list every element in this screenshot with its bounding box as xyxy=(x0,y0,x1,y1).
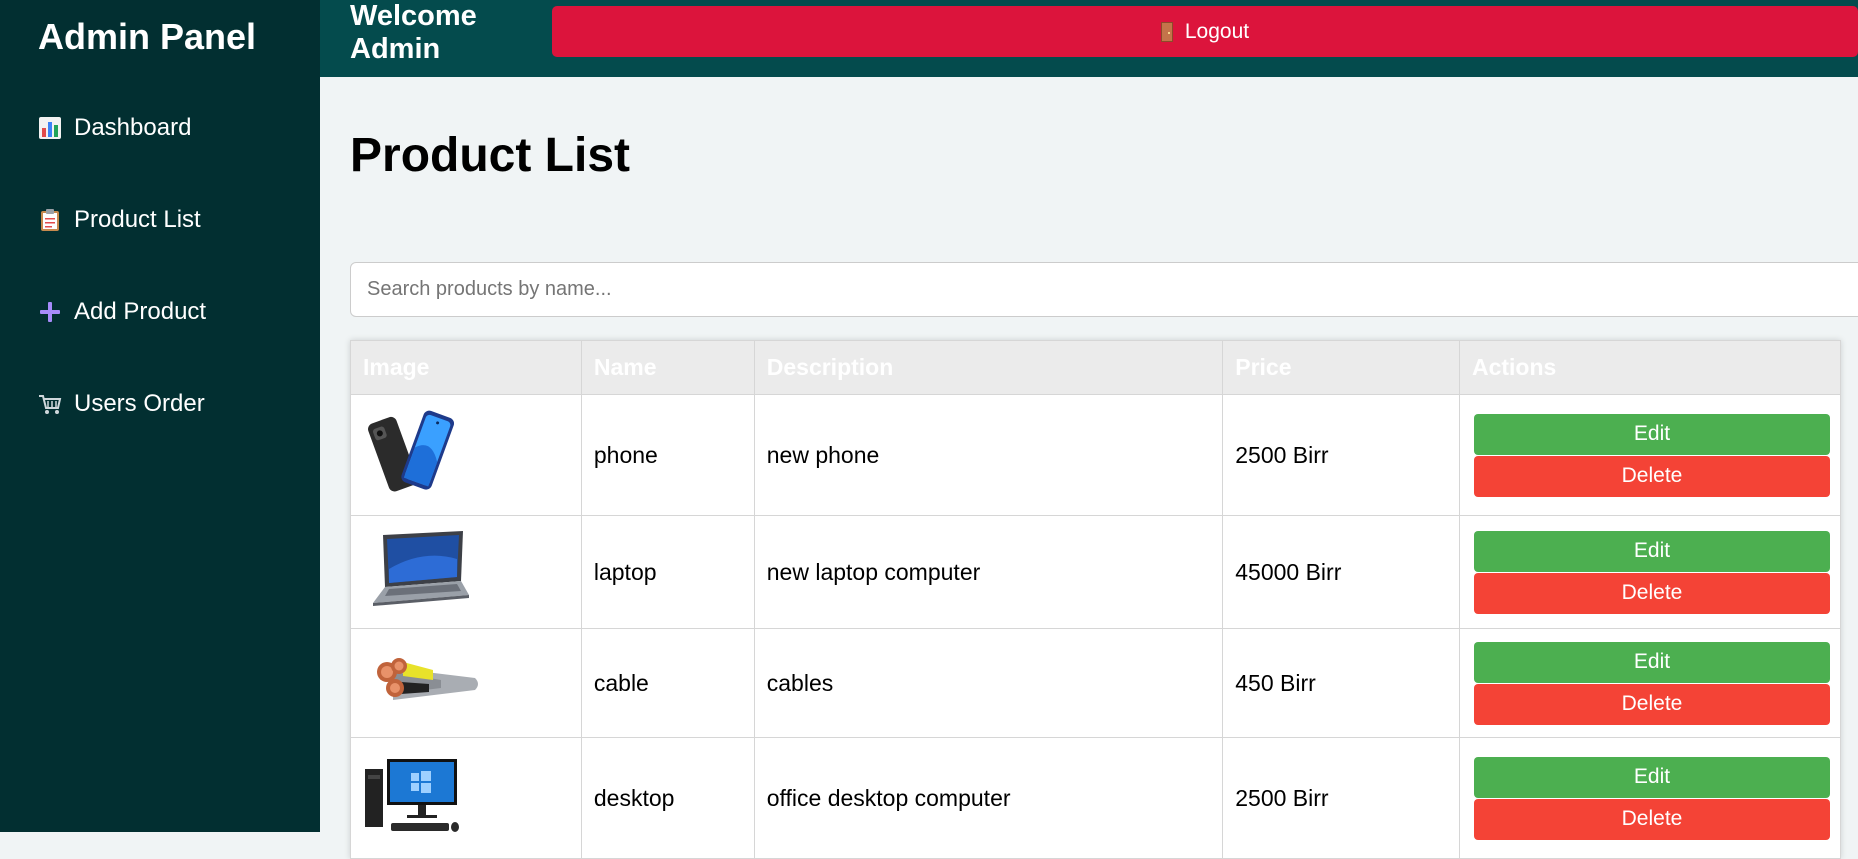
top-bar: Welcome Admin Logout xyxy=(320,0,1858,77)
brand-title: Admin Panel xyxy=(38,16,257,57)
product-description: new phone xyxy=(753,394,1224,516)
logout-button[interactable]: Logout xyxy=(552,6,1858,57)
door-icon xyxy=(1160,21,1173,42)
bar-chart-icon xyxy=(38,116,62,140)
delete-button[interactable]: Delete xyxy=(1473,798,1830,840)
shopping-cart-icon xyxy=(38,392,62,416)
column-header-image: Image xyxy=(350,340,582,395)
clipboard-icon xyxy=(38,208,62,232)
delete-button[interactable]: Delete xyxy=(1473,572,1830,614)
sidebar-item-add-product[interactable]: Add Product xyxy=(38,298,206,326)
logout-label: Logout xyxy=(1184,19,1250,43)
column-header-description: Description xyxy=(753,340,1224,395)
actions-cell: Edit Delete xyxy=(1458,515,1842,629)
product-name: phone xyxy=(580,394,755,516)
search-input[interactable] xyxy=(350,262,1858,317)
product-price: 2500 Birr xyxy=(1222,394,1460,516)
delete-button[interactable]: Delete xyxy=(1473,455,1830,497)
table-row: desktop office desktop computer 2500 Bir… xyxy=(350,737,1842,859)
product-image-cell xyxy=(350,628,582,738)
column-header-actions: Actions xyxy=(1458,340,1842,395)
edit-button[interactable]: Edit xyxy=(1473,756,1830,798)
sidebar-item-label: Product List xyxy=(74,206,201,233)
plus-icon xyxy=(38,300,62,324)
edit-button[interactable]: Edit xyxy=(1473,413,1830,455)
sidebar-item-label: Add Product xyxy=(74,298,207,325)
product-image-cell xyxy=(350,515,582,629)
product-price: 450 Birr xyxy=(1222,628,1460,738)
cable-image xyxy=(377,658,478,700)
table-header-row: Image Name Description Price Actions xyxy=(350,340,1842,395)
sidebar: Admin Panel Dashboard Product List Add P… xyxy=(0,0,320,832)
actions-cell: Edit Delete xyxy=(1458,737,1842,859)
product-name: cable xyxy=(580,628,755,738)
product-description: new laptop computer xyxy=(753,515,1224,629)
edit-button[interactable]: Edit xyxy=(1473,530,1830,572)
actions-cell: Edit Delete xyxy=(1458,394,1842,516)
page-title: Product List xyxy=(350,129,631,182)
product-price: 2500 Birr xyxy=(1222,737,1460,859)
phone-image xyxy=(368,410,455,492)
sidebar-item-product-list[interactable]: Product List xyxy=(38,206,201,234)
column-header-price: Price xyxy=(1222,340,1460,395)
laptop-image xyxy=(373,531,469,606)
welcome-text: Welcome Admin xyxy=(350,0,477,65)
product-description: cables xyxy=(753,628,1224,738)
product-image-cell xyxy=(350,737,582,859)
edit-button[interactable]: Edit xyxy=(1473,641,1830,683)
product-image-cell xyxy=(350,394,582,516)
sidebar-item-label: Dashboard xyxy=(74,114,192,141)
table-row: phone new phone 2500 Birr Edit Delete xyxy=(350,394,1842,516)
delete-button[interactable]: Delete xyxy=(1473,683,1830,725)
sidebar-item-label: Users Order xyxy=(74,390,205,417)
product-name: desktop xyxy=(580,737,755,859)
table-row: cable cables 450 Birr Edit Delete xyxy=(350,628,1842,738)
product-table: Image Name Description Price Actions pho… xyxy=(350,340,1842,859)
product-description: office desktop computer xyxy=(753,737,1224,859)
sidebar-item-dashboard[interactable]: Dashboard xyxy=(38,114,191,142)
table-row: laptop new laptop computer 45000 Birr Ed… xyxy=(350,515,1842,629)
column-header-name: Name xyxy=(580,340,755,395)
actions-cell: Edit Delete xyxy=(1458,628,1842,738)
product-price: 45000 Birr xyxy=(1222,515,1460,629)
desktop-image xyxy=(365,759,459,832)
product-name: laptop xyxy=(580,515,755,629)
sidebar-item-users-order[interactable]: Users Order xyxy=(38,390,205,418)
